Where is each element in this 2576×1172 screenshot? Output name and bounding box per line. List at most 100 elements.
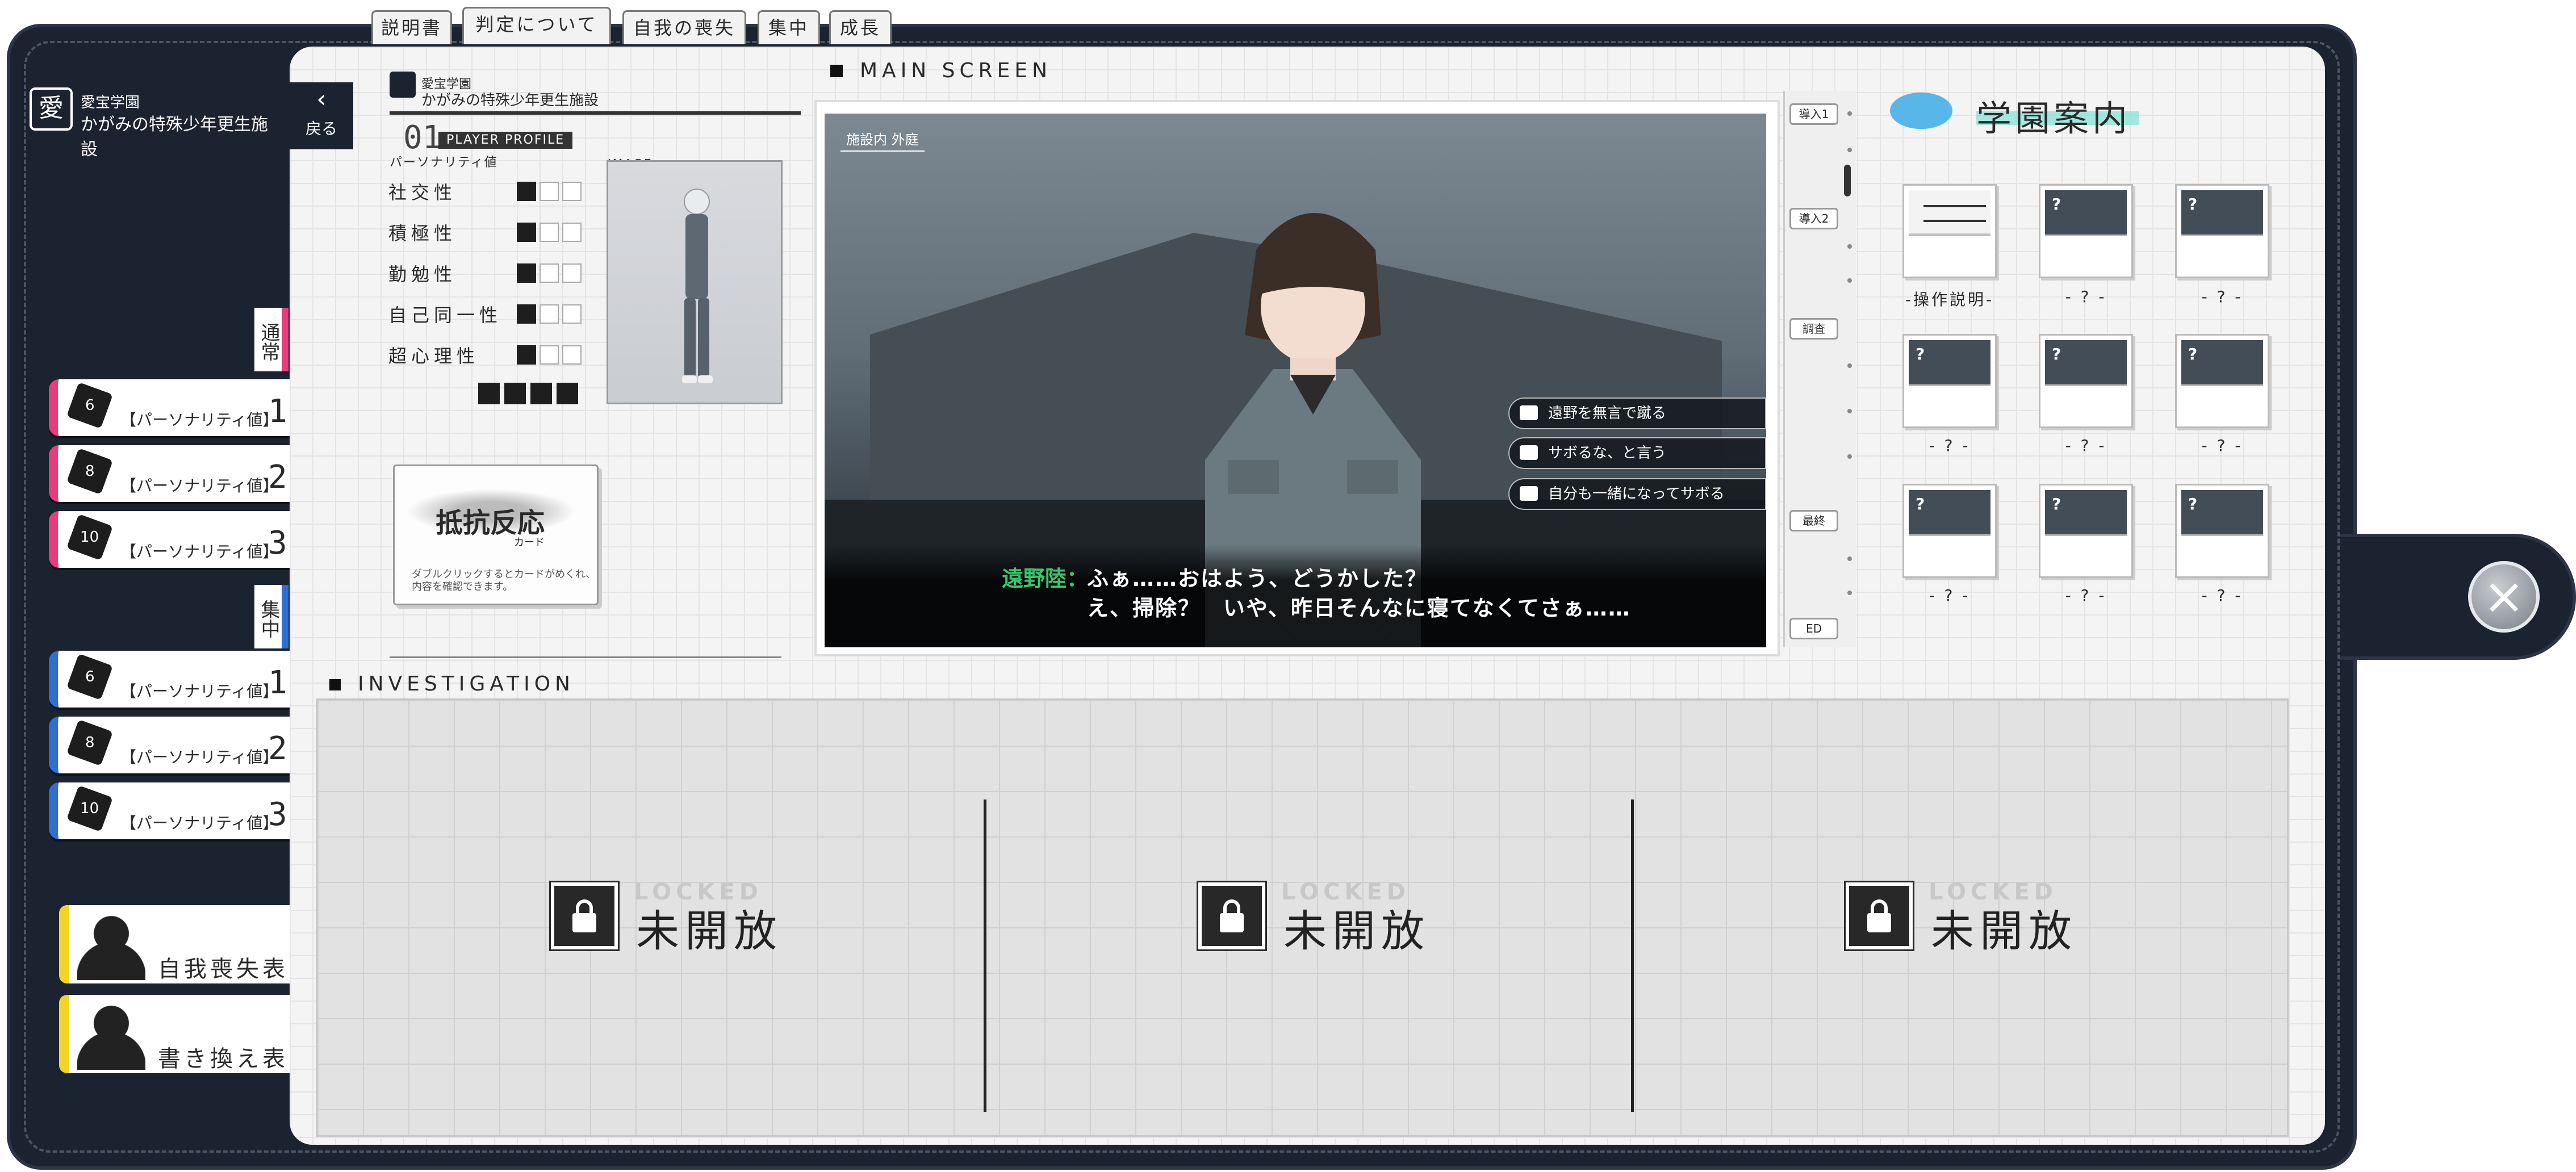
envelope-label: - ? - <box>2065 436 2107 455</box>
envelope-locked[interactable]: ? <box>2039 484 2133 578</box>
chapter-rail: 導入1 導入2 調査 最終 ED <box>1783 91 1856 647</box>
focus-dice-3-button[interactable]: 10 【パーソナリティ値】 3 <box>49 782 290 839</box>
d8-pair-icon: 8 <box>66 719 114 767</box>
stat-box <box>504 383 526 404</box>
envelope-flap <box>2045 235 2127 270</box>
normal-dice-1-button[interactable]: 6 【パーソナリティ値】 1 <box>49 379 290 436</box>
stat-box <box>540 263 559 283</box>
envelope-locked[interactable]: ? <box>1902 334 1997 428</box>
dice-label: 【パーソナリティ値】 <box>120 476 279 495</box>
envelope-flap <box>2181 235 2263 270</box>
resistance-card[interactable]: 抵抗反応 カード ダブルクリックするとカードがめくれ、 内容を確認できます。 <box>393 464 599 605</box>
brain-head-icon <box>77 998 145 1070</box>
guide-title: 学園案内 <box>1976 98 2131 139</box>
ego-loss-table-button[interactable]: 自我喪失表 <box>59 905 290 983</box>
question-mark-icon: ? <box>2188 195 2198 214</box>
logo-line2: かがみの特殊少年更生施設 <box>81 115 268 160</box>
chapter-investigation-button[interactable]: 調査 <box>1789 318 1838 340</box>
stat-box <box>478 383 500 404</box>
stat-box <box>540 345 559 365</box>
tab-ego-loss[interactable]: 自我の喪失 <box>622 10 746 44</box>
lock-body <box>1867 913 1891 932</box>
focus-dice-2-button[interactable]: 8 【パーソナリティ値】 2 <box>49 717 290 773</box>
timeline-dot <box>1847 409 1852 413</box>
investigation-slot-2[interactable]: LOCKED 未開放 <box>1197 879 1494 956</box>
personality-label: パーソナリティ値 <box>390 156 498 170</box>
investigation-slot-3[interactable]: LOCKED 未開放 <box>1844 879 2141 956</box>
question-mark-icon: ? <box>1916 495 1925 513</box>
envelope-top: ? <box>2045 190 2127 235</box>
profile-badge: PLAYER PROFILE <box>438 132 573 149</box>
choice-1[interactable]: 遠野を無言で蹴る <box>1508 397 1766 429</box>
envelope-operation-guide[interactable] <box>1902 184 1997 278</box>
stat-name: 勤勉性 <box>388 263 457 285</box>
envelope-top: ? <box>2181 340 2263 384</box>
tab-judgement[interactable]: 判定について <box>462 7 611 44</box>
envelope-locked[interactable]: ? <box>2175 484 2269 578</box>
timeline-dot <box>1847 244 1852 249</box>
stat-box <box>540 182 559 201</box>
main-screen-label: MAIN SCREEN <box>860 59 1052 82</box>
choice-text: 自分も一緒になってサボる <box>1548 485 1725 503</box>
main-screen[interactable]: 施設内 外庭 遠野を無言で蹴る サボるな、と言う 自分も一緒になってサボる 遠野… <box>825 114 1766 647</box>
chapter-intro1-button[interactable]: 導入1 <box>1789 103 1838 125</box>
tab-growth[interactable]: 成長 <box>829 10 892 44</box>
normal-dice-3-button[interactable]: 10 【パーソナリティ値】 3 <box>49 511 290 568</box>
rewrite-table-button[interactable]: 書き換え表 <box>59 995 290 1073</box>
slot-divider <box>984 800 986 1112</box>
envelope-locked[interactable]: ? <box>2039 334 2133 428</box>
stat-box <box>562 223 582 242</box>
locked-text: 未開放 <box>1283 906 1430 956</box>
chapter-ending-button[interactable]: ED <box>1789 618 1838 639</box>
dice-number: 1 <box>268 393 287 430</box>
stat-box <box>517 263 536 283</box>
question-mark-icon: ? <box>1916 345 1925 363</box>
stat-name: 社交性 <box>388 182 457 203</box>
normal-dice-2-button[interactable]: 8 【パーソナリティ値】 2 <box>49 445 290 502</box>
character-image <box>607 160 783 404</box>
envelope-locked[interactable]: ? <box>1902 484 1997 578</box>
dice-label: 【パーソナリティ値】 <box>120 814 279 832</box>
header-rule <box>390 111 801 115</box>
chapter-final-button[interactable]: 最終 <box>1789 510 1838 531</box>
envelope-locked[interactable]: ? <box>2175 184 2269 278</box>
tab-focus[interactable]: 集中 <box>758 10 820 44</box>
chapter-intro2-button[interactable]: 導入2 <box>1789 208 1838 229</box>
envelope-flap <box>1909 534 1990 570</box>
logo-line1: 愛宝学園 <box>81 94 140 111</box>
card-note-line1: ダブルクリックするとカードがめくれ、 <box>412 568 596 580</box>
stat-row-diligence: 勤勉性 <box>388 260 582 288</box>
envelope-label: - ? - <box>2065 287 2107 306</box>
choice-2[interactable]: サボるな、と言う <box>1508 437 1766 469</box>
lock-icon <box>1844 881 1914 951</box>
envelope-label: - ? - <box>2065 586 2107 605</box>
profile-bottom-rule <box>390 656 781 658</box>
tab-manual[interactable]: 説明書 <box>371 10 452 44</box>
envelope-flap <box>2045 534 2127 570</box>
question-mark-icon: ? <box>2188 495 2198 513</box>
envelope-locked[interactable]: ? <box>2039 184 2133 278</box>
envelope-locked[interactable]: ? <box>2175 334 2269 428</box>
card-note: ダブルクリックするとカードがめくれ、 内容を確認できます。 <box>412 568 596 593</box>
envelope-top: ? <box>2181 190 2263 235</box>
choice-text: 遠野を無言で蹴る <box>1548 405 1667 422</box>
investigation-slot-1[interactable]: LOCKED 未開放 <box>549 879 846 956</box>
d6-icon: 6 <box>66 382 114 429</box>
stat-row-parapsychology: 超心理性 <box>388 342 582 370</box>
focus-dice-1-button[interactable]: 6 【パーソナリティ値】 1 <box>49 651 290 708</box>
back-button[interactable]: ‹ 戻る <box>290 82 353 149</box>
envelope-top: ? <box>1909 490 1990 534</box>
timeline-scroll-handle[interactable] <box>1844 165 1851 196</box>
stat-box <box>557 383 578 404</box>
school-emblem-icon <box>390 72 416 98</box>
envelope-flap <box>1909 235 1990 270</box>
d10-icon: 10 <box>66 513 114 561</box>
close-button[interactable]: × <box>2468 561 2540 633</box>
dice-number: 1 <box>268 664 287 701</box>
dice-label: 【パーソナリティ値】 <box>120 748 279 767</box>
timeline-dot <box>1847 556 1852 561</box>
stat-box <box>517 304 536 324</box>
dice-label: 【パーソナリティ値】 <box>120 411 279 429</box>
envelope-flap <box>2181 384 2263 420</box>
choice-3[interactable]: 自分も一緒になってサボる <box>1508 478 1766 510</box>
